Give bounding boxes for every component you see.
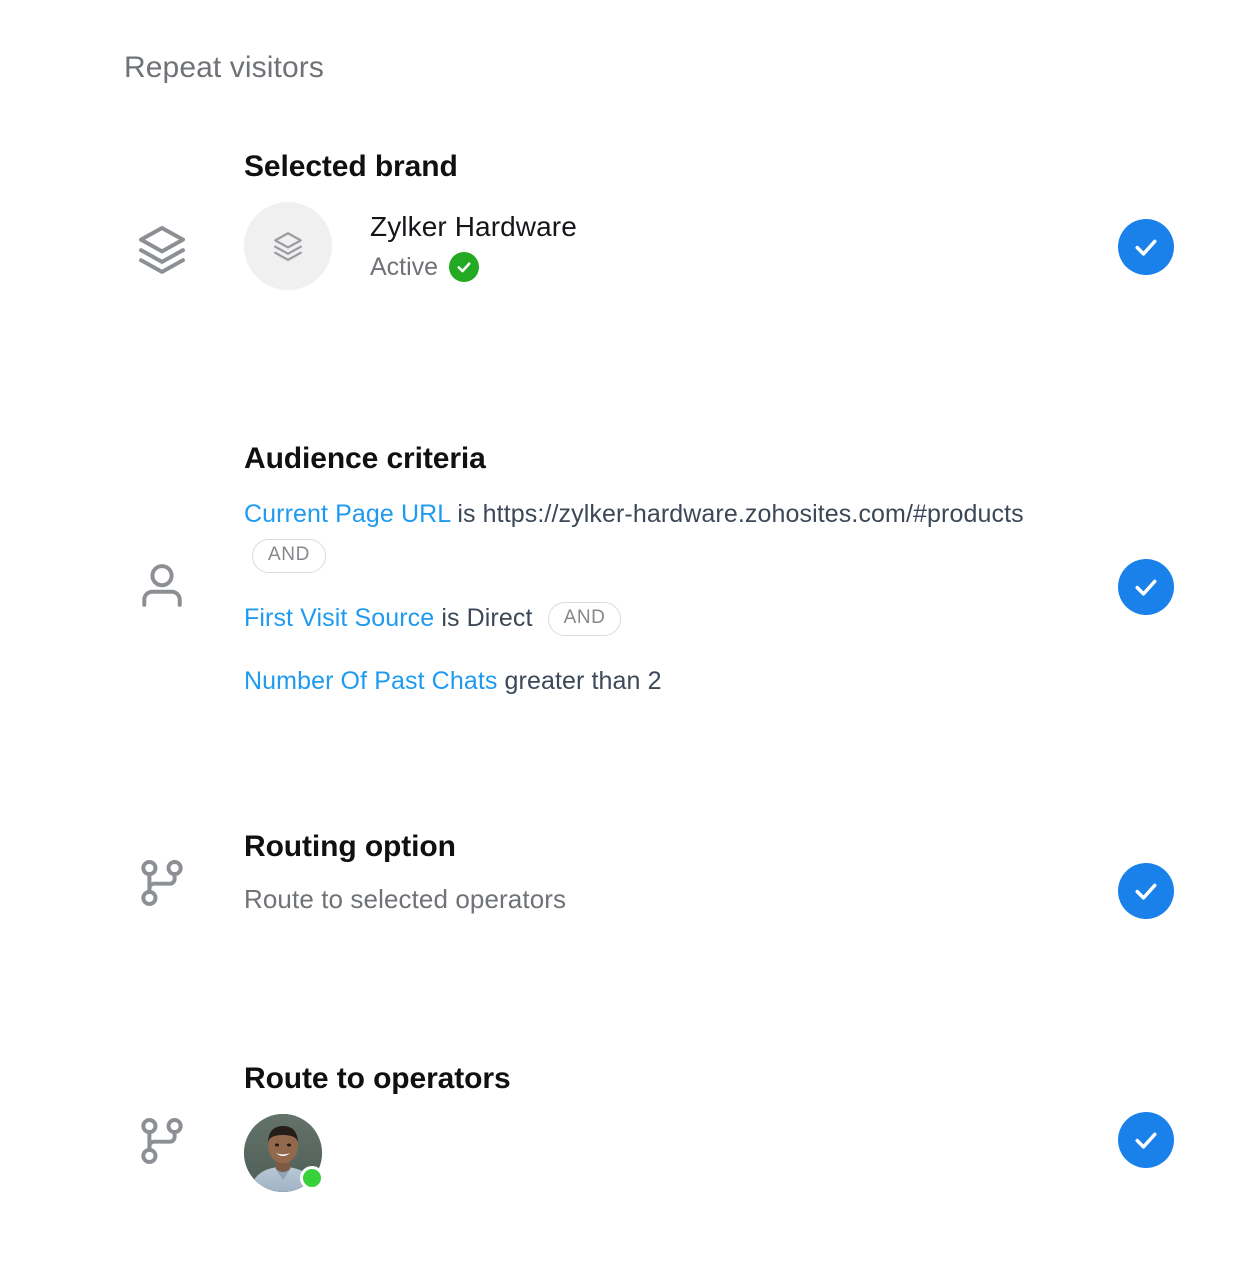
confirm-check-route-to-operators[interactable] (1118, 1112, 1174, 1168)
layers-icon (134, 221, 190, 277)
brand-card[interactable]: Zylker Hardware Active (244, 202, 1074, 290)
criteria-field[interactable]: Current Page URL (244, 500, 450, 528)
confirm-check-audience-criteria[interactable] (1118, 559, 1174, 615)
routing-option-body: Routing option Route to selected operato… (244, 828, 1074, 916)
operator-list (244, 1114, 1074, 1192)
page-title: Repeat visitors (124, 48, 324, 88)
criteria-condition: is Direct (434, 604, 539, 632)
criteria-row[interactable]: Number Of Past Chats greater than 2 (244, 661, 1074, 702)
criteria-list: Current Page URL is https://zylker-hardw… (244, 494, 1074, 702)
operator-presence-indicator (300, 1166, 324, 1190)
confirm-check-routing-option[interactable] (1118, 863, 1174, 919)
section-heading-routing-option: Routing option (244, 828, 1074, 866)
criteria-condition: is https://zylker-hardware.zohosites.com… (450, 500, 1023, 528)
criteria-condition: greater than 2 (497, 667, 661, 695)
criteria-row[interactable]: First Visit Source is Direct AND (244, 598, 1074, 639)
selected-brand-body: Selected brand Zylker Hardware Active (244, 148, 1074, 290)
criteria-connector-pill: AND (548, 602, 622, 636)
green-check-icon (449, 252, 479, 282)
repeat-visitors-summary-panel: Repeat visitors Selected brand (0, 0, 1233, 1274)
brand-name: Zylker Hardware (370, 209, 577, 245)
route-to-operators-body: Route to operators (244, 1060, 1074, 1192)
git-branch-icon (134, 1113, 190, 1169)
brand-avatar (244, 202, 332, 290)
operator-avatar[interactable] (244, 1114, 322, 1192)
git-branch-icon (134, 855, 190, 911)
brand-status: Active (370, 251, 577, 283)
audience-criteria-body: Audience criteria Current Page URL is ht… (244, 440, 1074, 702)
criteria-connector-pill: AND (252, 539, 326, 573)
user-icon (134, 557, 190, 613)
section-heading-audience-criteria: Audience criteria (244, 440, 1074, 478)
brand-text: Zylker Hardware Active (370, 209, 577, 283)
brand-status-label: Active (370, 251, 438, 283)
criteria-field[interactable]: Number Of Past Chats (244, 667, 497, 695)
routing-option-value: Route to selected operators (244, 882, 1074, 916)
section-heading-selected-brand: Selected brand (244, 148, 1074, 186)
confirm-check-selected-brand[interactable] (1118, 219, 1174, 275)
criteria-row[interactable]: Current Page URL is https://zylker-hardw… (244, 494, 1074, 576)
criteria-field[interactable]: First Visit Source (244, 604, 434, 632)
section-heading-route-to-operators: Route to operators (244, 1060, 1074, 1098)
